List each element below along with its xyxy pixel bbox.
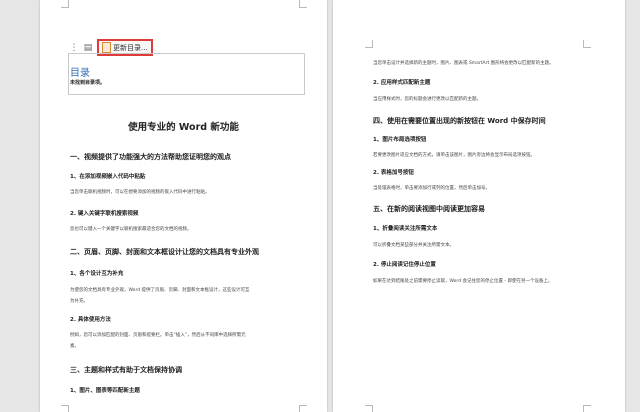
heading-2: 2. 停止阅读记住停止位置	[373, 262, 436, 268]
heading-2: 1、在添加视频嵌入代码中粘贴	[70, 174, 146, 180]
page-corner-mark	[365, 405, 373, 412]
document-page-left[interactable]: ⋮ ▤ 更新目录... 目录 未找到目录项。 使用专业的 Word 新功能 一、…	[40, 0, 327, 412]
page-corner-mark	[299, 0, 307, 8]
body-text: 素。	[70, 344, 79, 349]
body-text: 当您单击联机视频时，可以在想要添加的视频的嵌入代码中进行粘贴。	[70, 190, 210, 195]
heading-2: 2. 表格加号按钮	[373, 170, 414, 176]
page-corner-mark	[61, 0, 69, 8]
body-text: 当处理表格时，单击要添加行或列的位置，然后单击加号。	[373, 186, 490, 191]
heading-2: 1、各个设计互为补充	[70, 271, 124, 277]
document-page-right[interactable]: 当您单击设计并选择新的主题时，图片、图表或 SmartArt 图形将会更改以匹配…	[333, 0, 625, 412]
heading-2: 2. 具体使用方法	[70, 317, 111, 323]
body-text: 例如，您可以添加匹配的封面、页眉和提要栏。单击“插入”，然后从不同库中选择所需元	[70, 333, 246, 338]
page-corner-mark	[299, 405, 307, 412]
body-text: 您也可以键入一个关键字以联机搜索最适合您的文档的视频。	[70, 227, 192, 232]
body-text: 若要更改图片适应文档的方式，请单击该图片，图片旁边将会显示布局选项按钮。	[373, 153, 535, 158]
drag-handle-icon[interactable]: ⋮	[69, 42, 79, 54]
heading-2: 1、折叠阅读关注所需文本	[373, 226, 438, 232]
page-corner-mark	[583, 40, 591, 48]
heading-1: 二、页眉、页脚、封面和文本框设计让您的文档具有专业外观	[70, 248, 259, 256]
body-text: 如果在达到结尾处之前需要停止读取，Word 会记住您的停止位置 - 即使在另一个…	[373, 279, 553, 284]
page-corner-mark	[61, 405, 69, 412]
heading-1: 四、使用在需要位置出现的新按钮在 Word 中保存时间	[373, 117, 546, 125]
body-text: 当应用样式时，您的标题会进行更改以匹配新的主题。	[373, 97, 481, 102]
heading-2: 1、图片、图表等匹配新主题	[70, 388, 140, 394]
toc-title: 目录	[70, 68, 90, 79]
toc-content-control[interactable]	[68, 53, 305, 95]
update-toc-label: 更新目录...	[113, 43, 148, 52]
toc-empty-message: 未找到目录项。	[70, 80, 106, 86]
heading-2: 1、图片布局选项按钮	[373, 137, 427, 143]
toc-page-icon[interactable]: ▤	[83, 42, 93, 54]
page-corner-mark	[365, 40, 373, 48]
heading-1: 三、主题和样式有助于文档保持协调	[70, 366, 182, 374]
heading-1: 一、视频提供了功能强大的方法帮助您证明您的观点	[70, 153, 231, 161]
document-icon	[102, 42, 111, 53]
heading-2: 2. 应用样式匹配新主题	[373, 80, 431, 86]
body-text: 为补充。	[70, 299, 88, 304]
body-text: 可以折叠文档某些部分并关注所需文本。	[373, 243, 454, 248]
page-corner-mark	[583, 405, 591, 412]
body-text: 当您单击设计并选择新的主题时，图片、图表或 SmartArt 图形将会更改以匹配…	[373, 61, 554, 66]
body-text: 为使您的文档具有专业外观，Word 提供了页眉、页脚、封面和文本框设计，这些设计…	[70, 288, 250, 293]
heading-1: 五、在新的阅读视图中阅读更加容易	[373, 205, 485, 213]
heading-2: 2. 键入关键字联机搜索视频	[70, 211, 139, 217]
document-title: 使用专业的 Word 新功能	[128, 122, 239, 133]
